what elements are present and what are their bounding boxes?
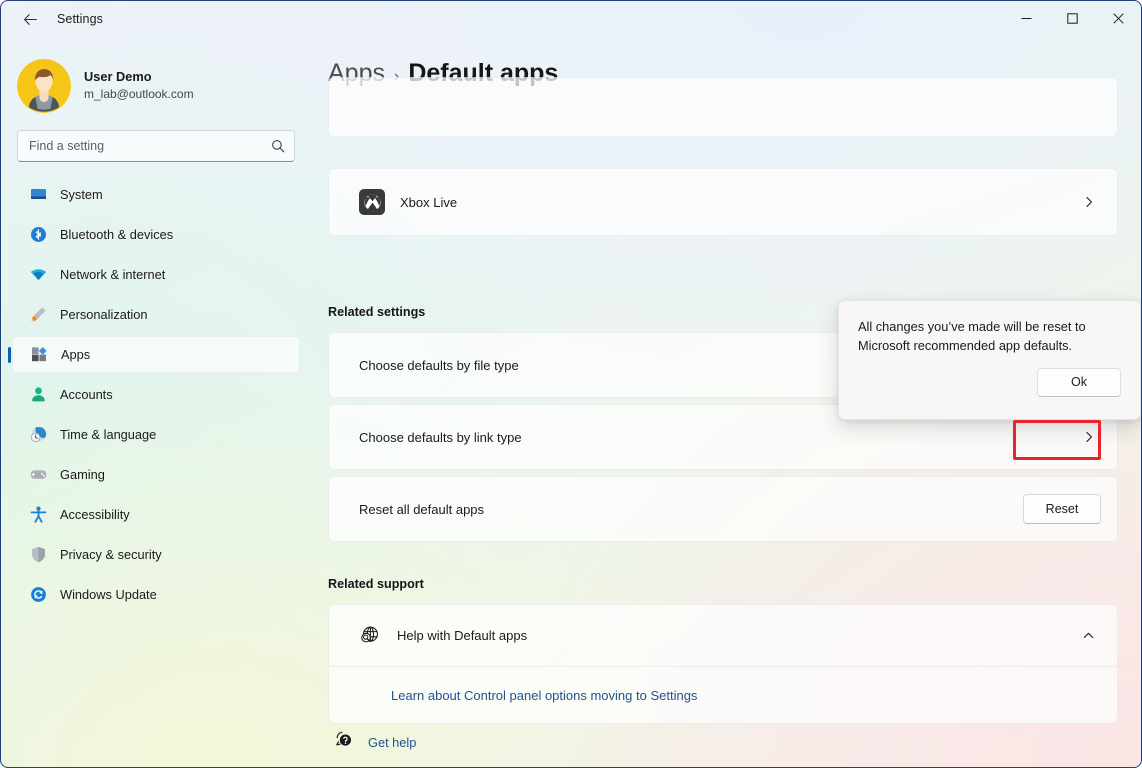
close-icon: [1113, 13, 1124, 24]
sidebar-item-windows-update[interactable]: Windows Update: [12, 576, 300, 613]
sidebar-item-gaming[interactable]: Gaming: [12, 456, 300, 493]
help-with-default-apps-row[interactable]: Help with Default apps: [329, 605, 1117, 667]
search-box[interactable]: [17, 130, 295, 162]
sidebar-item-label: Bluetooth & devices: [60, 227, 173, 242]
setting-row-label: Choose defaults by file type: [359, 358, 519, 373]
sidebar-item-privacy-security[interactable]: Privacy & security: [12, 536, 300, 573]
search-icon: [271, 139, 285, 153]
get-help-link[interactable]: Get help: [335, 730, 450, 754]
sidebar: User Demo m_lab@outlook.com: [1, 37, 311, 768]
control-panel-link[interactable]: Learn about Control panel options moving…: [391, 688, 697, 703]
sidebar-item-personalization[interactable]: Personalization: [12, 296, 300, 333]
sidebar-item-label: System: [60, 187, 103, 202]
sidebar-item-label: Personalization: [60, 307, 148, 322]
profile-text: User Demo m_lab@outlook.com: [84, 69, 194, 102]
sidebar-item-time-language[interactable]: Time & language: [12, 416, 300, 453]
sidebar-item-label: Network & internet: [60, 267, 165, 282]
avatar: [17, 59, 71, 113]
flyout-actions: Ok: [858, 368, 1121, 397]
section-heading-related-support: Related support: [328, 577, 424, 591]
sidebar-item-network-internet[interactable]: Network & internet: [12, 256, 300, 293]
scroll-area[interactable]: Xbox Live Related settings Choose defaul…: [311, 105, 1141, 768]
footer-links: Get help Give feedback: [335, 730, 450, 768]
window-controls: [1003, 1, 1141, 35]
sidebar-item-accessibility[interactable]: Accessibility: [12, 496, 300, 533]
sidebar-item-accounts[interactable]: Accounts: [12, 376, 300, 413]
section-heading-related-settings: Related settings: [328, 305, 425, 319]
apps-icon: [30, 346, 48, 364]
help-row-label: Help with Default apps: [397, 628, 527, 643]
monitor-icon: [29, 186, 47, 204]
window-title: Settings: [57, 12, 103, 26]
title-bar: Settings: [1, 1, 1141, 37]
sidebar-item-label: Accounts: [60, 387, 113, 402]
reset-button[interactable]: Reset: [1023, 494, 1101, 524]
related-support-card: Help with Default apps Learn about Contr…: [328, 604, 1118, 724]
accessibility-icon: [29, 506, 47, 524]
app-row-partial[interactable]: [328, 77, 1118, 137]
related-support-body: Learn about Control panel options moving…: [329, 667, 1117, 724]
settings-window: Settings: [0, 0, 1142, 768]
shield-icon: [29, 546, 47, 564]
get-help-icon: [335, 730, 354, 754]
sidebar-item-bluetooth-devices[interactable]: Bluetooth & devices: [12, 216, 300, 253]
sidebar-item-system[interactable]: System: [12, 176, 300, 213]
avatar-illustration-icon: [17, 59, 71, 113]
wifi-icon: [29, 266, 47, 284]
setting-row-content: Reset all default apps Reset: [329, 477, 1117, 541]
sidebar-item-label: Apps: [61, 347, 90, 362]
sidebar-nav: System Bluetooth & devices: [12, 176, 300, 613]
sidebar-item-label: Accessibility: [60, 507, 130, 522]
globe-help-icon: [359, 625, 381, 646]
minimize-button[interactable]: [1003, 1, 1049, 35]
app-row-label: Xbox Live: [400, 195, 457, 210]
reset-confirmation-flyout: All changes you’ve made will be reset to…: [838, 300, 1141, 420]
sidebar-item-apps[interactable]: Apps: [12, 336, 300, 373]
user-profile[interactable]: User Demo m_lab@outlook.com: [12, 37, 300, 117]
profile-email: m_lab@outlook.com: [84, 87, 194, 103]
maximize-button[interactable]: [1049, 1, 1095, 35]
setting-row-label: Choose defaults by link type: [359, 430, 522, 445]
chevron-right-icon: [1083, 431, 1101, 443]
maximize-icon: [1067, 13, 1078, 24]
back-arrow-icon: [22, 11, 39, 28]
person-icon: [29, 386, 47, 404]
gamepad-icon: [29, 466, 47, 484]
setting-row-reset-all: Reset all default apps Reset: [328, 476, 1118, 542]
bluetooth-icon: [29, 226, 47, 244]
minimize-icon: [1021, 13, 1032, 24]
chevron-right-icon: [1083, 196, 1101, 208]
get-help-label: Get help: [368, 735, 416, 750]
app-row-xbox-live[interactable]: Xbox Live: [328, 168, 1118, 236]
close-button[interactable]: [1095, 1, 1141, 35]
sidebar-item-label: Privacy & security: [60, 547, 162, 562]
update-icon: [29, 586, 47, 604]
chevron-up-icon[interactable]: [1082, 629, 1101, 642]
profile-name: User Demo: [84, 69, 194, 86]
clock-globe-icon: [29, 426, 47, 444]
setting-row-label: Reset all default apps: [359, 502, 484, 517]
paintbrush-icon: [29, 306, 47, 324]
flyout-message: All changes you’ve made will be reset to…: [858, 318, 1121, 356]
search-input[interactable]: [18, 139, 294, 153]
xbox-icon: [359, 189, 385, 215]
ok-button[interactable]: Ok: [1037, 368, 1121, 397]
sidebar-item-label: Time & language: [60, 427, 156, 442]
sidebar-item-label: Windows Update: [60, 587, 157, 602]
sidebar-item-label: Gaming: [60, 467, 105, 482]
back-button[interactable]: [13, 4, 47, 34]
